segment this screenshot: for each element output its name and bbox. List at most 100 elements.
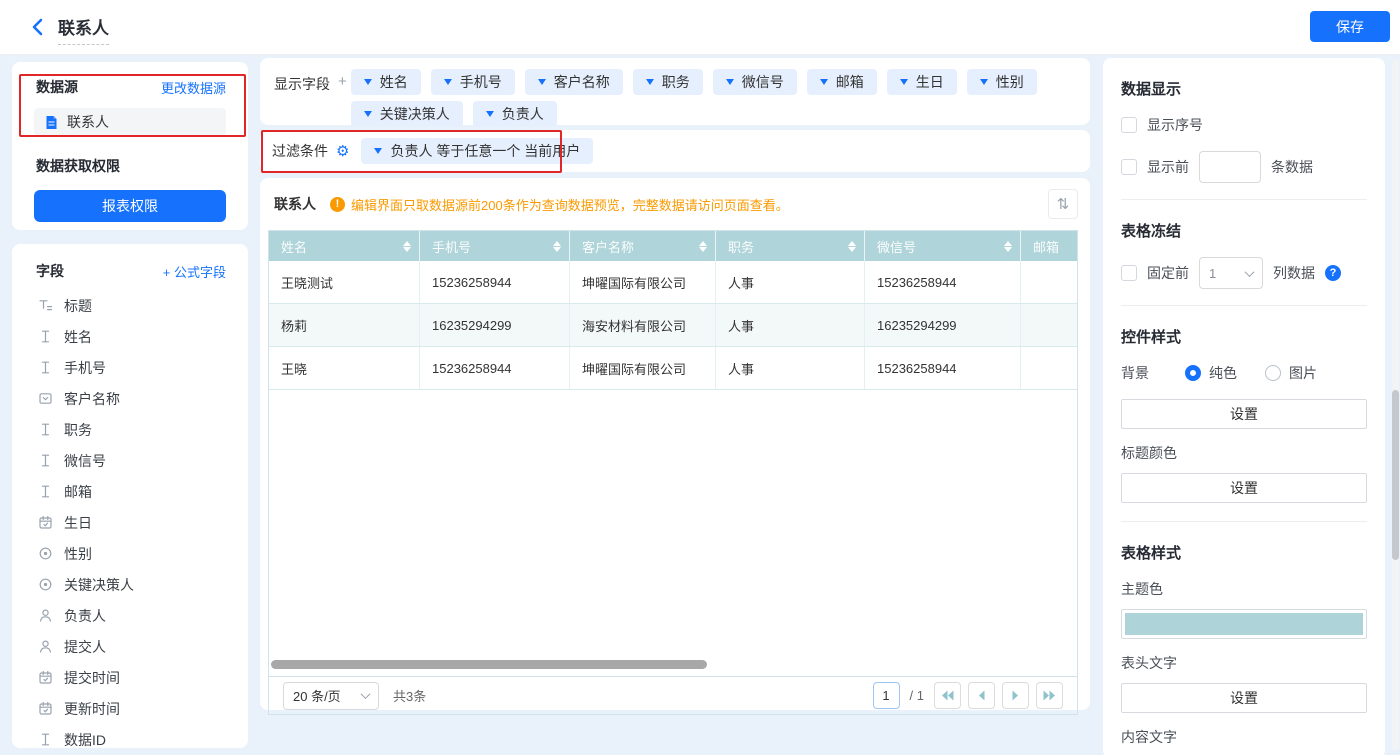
table-row[interactable]: 王晓 15236258944 坤曜国际有限公司 人事 15236258944	[269, 347, 1077, 390]
display-field-tag[interactable]: 职务	[633, 69, 703, 95]
change-datasource-link[interactable]: 更改数据源	[161, 78, 226, 97]
sort-carets-icon[interactable]	[403, 241, 411, 252]
field-list-item[interactable]: 提交时间	[22, 662, 238, 693]
freeze-columns-checkbox[interactable]	[1121, 265, 1137, 281]
field-list-item[interactable]: 数据ID	[22, 724, 238, 748]
add-display-field-button[interactable]: +	[338, 73, 347, 90]
page-size-select[interactable]: 20 条/页	[283, 682, 379, 710]
display-field-tag[interactable]: 关键决策人	[351, 101, 463, 127]
warning-icon: !	[330, 197, 345, 212]
page-title[interactable]: 联系人	[58, 14, 109, 45]
table-cell: 王晓测试	[269, 261, 420, 303]
show-index-checkbox[interactable]	[1121, 117, 1137, 133]
add-formula-field-link[interactable]: + 公式字段	[163, 262, 226, 281]
sort-order-button[interactable]: ⇅	[1048, 189, 1078, 219]
table-cell: 15236258944	[865, 347, 1021, 389]
display-field-tag[interactable]: 生日	[887, 69, 957, 95]
field-list-item[interactable]: 职务	[22, 414, 238, 445]
report-permission-button[interactable]: 报表权限	[34, 190, 226, 222]
datasource-item-label: 联系人	[67, 112, 109, 132]
first-page-button[interactable]	[934, 682, 961, 709]
display-field-tag[interactable]: 负责人	[473, 101, 557, 127]
save-button[interactable]: 保存	[1310, 11, 1390, 42]
back-icon[interactable]	[28, 17, 48, 37]
show-top-count-input[interactable]	[1199, 151, 1261, 183]
table-header-cell[interactable]: 微信号	[865, 231, 1021, 261]
sort-carets-icon[interactable]	[553, 241, 561, 252]
column-label: 手机号	[432, 237, 471, 256]
table-header-cell[interactable]: 手机号	[420, 231, 570, 261]
theme-color-label: 主题色	[1121, 579, 1367, 599]
image-radio[interactable]	[1265, 365, 1281, 381]
page-size-value: 20 条/页	[293, 686, 341, 705]
table-row[interactable]: 王晓测试 15236258944 坤曜国际有限公司 人事 15236258944	[269, 261, 1077, 304]
table-freeze-title: 表格冻结	[1121, 220, 1367, 241]
display-field-tag[interactable]: 微信号	[713, 69, 797, 95]
table-header-row: 姓名 手机号 客户名称 职务	[269, 231, 1077, 261]
field-type-icon	[38, 515, 53, 530]
table-style-title: 表格样式	[1121, 542, 1367, 563]
field-label: 标题	[64, 296, 92, 316]
theme-color-picker[interactable]	[1121, 609, 1367, 639]
sort-carets-icon[interactable]	[848, 241, 856, 252]
display-field-tag[interactable]: 手机号	[431, 69, 515, 95]
field-label: 提交人	[64, 637, 106, 657]
field-list-item[interactable]: 负责人	[22, 600, 238, 631]
header-text-set-button[interactable]: 设置	[1121, 683, 1367, 713]
fields-list: 标题 姓名 手机号 客户名称 职	[22, 290, 238, 748]
table-cell: 16235294299	[865, 304, 1021, 346]
table-header-cell[interactable]: 邮箱	[1021, 231, 1077, 261]
tag-label: 客户名称	[554, 72, 610, 92]
table-cell: 王晓	[269, 347, 420, 389]
solid-color-radio[interactable]	[1185, 365, 1201, 381]
filter-condition-text: 负责人 等于任意一个 当前用户	[390, 141, 580, 161]
sort-carets-icon[interactable]	[699, 241, 707, 252]
chevron-down-icon	[1245, 267, 1255, 277]
field-list-item[interactable]: 手机号	[22, 352, 238, 383]
field-list-item[interactable]: 关键决策人	[22, 569, 238, 600]
field-type-icon	[38, 546, 53, 561]
field-list-item[interactable]: 提交人	[22, 631, 238, 662]
display-field-tag[interactable]: 性别	[967, 69, 1037, 95]
field-list-item[interactable]: 微信号	[22, 445, 238, 476]
field-label: 客户名称	[64, 389, 120, 409]
table-header-cell[interactable]: 姓名	[269, 231, 420, 261]
table-header-cell[interactable]: 客户名称	[570, 231, 716, 261]
table-header-cell[interactable]: 职务	[716, 231, 865, 261]
chevron-down-icon	[444, 79, 452, 85]
table-cell	[1021, 347, 1077, 389]
field-list-item[interactable]: 更新时间	[22, 693, 238, 724]
display-field-tag[interactable]: 客户名称	[525, 69, 623, 95]
next-page-button[interactable]	[1002, 682, 1029, 709]
last-page-button[interactable]	[1036, 682, 1063, 709]
table-pagination-bar: 20 条/页 共3条 1 / 1	[268, 676, 1078, 715]
horizontal-scrollbar[interactable]	[271, 660, 707, 669]
field-list-item[interactable]: 性别	[22, 538, 238, 569]
field-list-item[interactable]: 生日	[22, 507, 238, 538]
display-field-tag[interactable]: 邮箱	[807, 69, 877, 95]
help-icon[interactable]: ?	[1325, 265, 1341, 281]
column-label: 职务	[728, 237, 754, 256]
sort-carets-icon[interactable]	[1004, 241, 1012, 252]
table-cell: 坤曜国际有限公司	[570, 261, 716, 303]
gear-icon[interactable]: ⚙	[336, 144, 349, 159]
freeze-count-select[interactable]: 1	[1199, 257, 1263, 289]
tag-label: 微信号	[742, 72, 784, 92]
field-list-item[interactable]: 客户名称	[22, 383, 238, 414]
previous-page-button[interactable]	[968, 682, 995, 709]
field-list-item[interactable]: 邮箱	[22, 476, 238, 507]
field-list-item[interactable]: 标题	[22, 290, 238, 321]
background-set-button[interactable]: 设置	[1121, 399, 1367, 429]
field-type-icon	[38, 298, 53, 313]
table-cell	[1021, 304, 1077, 346]
current-page-input[interactable]: 1	[873, 682, 900, 709]
field-list-item[interactable]: 姓名	[22, 321, 238, 352]
tag-label: 手机号	[460, 72, 502, 92]
filter-condition-chip[interactable]: 负责人 等于任意一个 当前用户	[361, 138, 593, 164]
title-color-set-button[interactable]: 设置	[1121, 473, 1367, 503]
vertical-scrollbar-thumb[interactable]	[1392, 390, 1399, 560]
display-field-tag[interactable]: 姓名	[351, 69, 421, 95]
show-top-checkbox[interactable]	[1121, 159, 1137, 175]
table-row[interactable]: 杨莉 16235294299 海安材料有限公司 人事 16235294299	[269, 304, 1077, 347]
datasource-item[interactable]: 联系人	[34, 108, 226, 136]
